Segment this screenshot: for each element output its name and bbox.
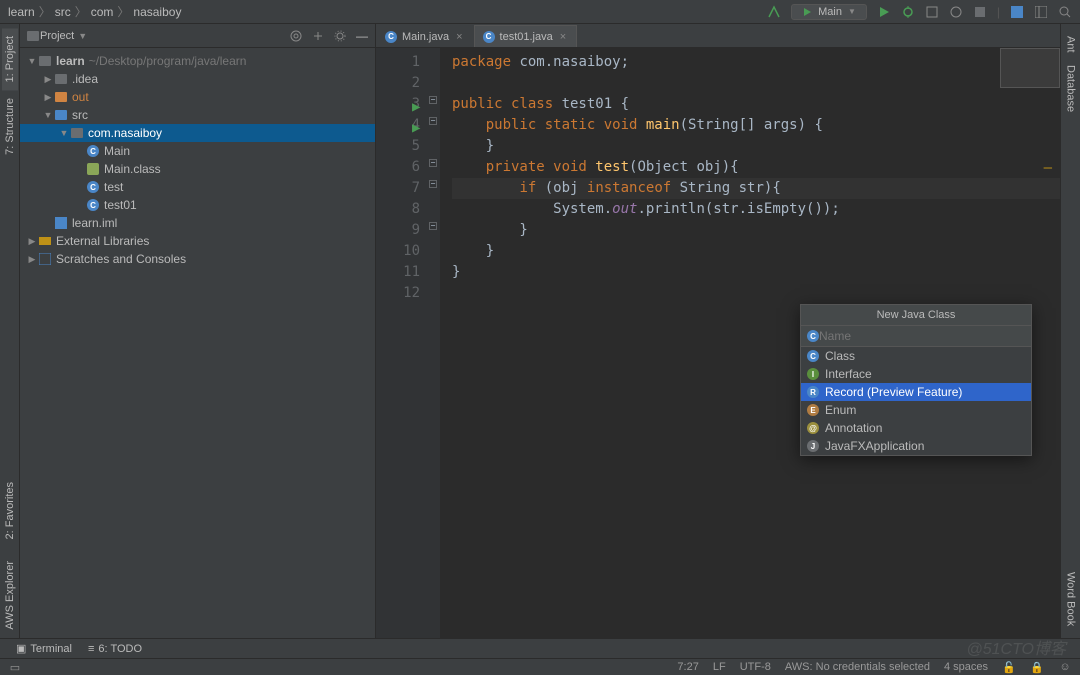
line-endings[interactable]: LF	[713, 661, 726, 673]
folder-icon	[26, 29, 40, 43]
fold-icon[interactable]: −	[429, 117, 437, 125]
run-config-selector[interactable]: Main ▼	[791, 4, 867, 20]
close-icon[interactable]: ×	[560, 31, 566, 43]
terminal-tab[interactable]: ▣Terminal	[8, 642, 80, 655]
coverage-icon[interactable]	[925, 5, 939, 19]
tree-main-class[interactable]: Main.class	[20, 160, 375, 178]
fold-strip[interactable]: − − − − −	[426, 48, 440, 638]
gear-icon[interactable]	[333, 29, 347, 43]
close-icon[interactable]: ×	[456, 31, 462, 43]
popup-title: New Java Class	[801, 305, 1031, 326]
tree-scratches[interactable]: ▶Scratches and Consoles	[20, 250, 375, 268]
tree-out[interactable]: ▶out	[20, 88, 375, 106]
breadcrumb[interactable]: learn〉 src〉 com〉 nasaiboy	[8, 3, 181, 20]
profiler-icon[interactable]	[949, 5, 963, 19]
side-tab-ant[interactable]: Ant	[1063, 30, 1079, 59]
side-tab-wordbook[interactable]: Word Book	[1063, 566, 1079, 632]
popup-item-class[interactable]: CClass	[801, 347, 1031, 365]
side-tab-structure[interactable]: 7: Structure	[2, 90, 18, 163]
minimap[interactable]	[1000, 48, 1060, 88]
build-icon[interactable]	[767, 5, 781, 19]
side-tab-aws[interactable]: AWS Explorer	[2, 553, 18, 638]
side-tab-project[interactable]: 1: Project	[2, 28, 18, 90]
inspection-icon[interactable]: ☺	[1058, 660, 1072, 674]
popup-item-annotation[interactable]: @Annotation	[801, 419, 1031, 437]
side-tab-favorites[interactable]: 2: Favorites	[2, 474, 18, 547]
search-icon[interactable]	[1058, 5, 1072, 19]
popup-item-interface[interactable]: IInterface	[801, 365, 1031, 383]
stop-icon[interactable]	[973, 5, 987, 19]
tab-main[interactable]: CMain.java×	[376, 25, 474, 47]
popup-item-enum[interactable]: EEnum	[801, 401, 1031, 419]
class-name-input[interactable]	[819, 329, 1025, 343]
debug-icon[interactable]	[901, 5, 915, 19]
tree-idea[interactable]: ▶.idea	[20, 70, 375, 88]
popup-item-record[interactable]: RRecord (Preview Feature)	[801, 383, 1031, 401]
crumb-pkg[interactable]: nasaiboy	[133, 5, 181, 19]
tree-ext-lib[interactable]: ▶External Libraries	[20, 232, 375, 250]
tree-test01[interactable]: Ctest01	[20, 196, 375, 214]
popup-item-javafx[interactable]: JJavaFXApplication	[801, 437, 1031, 455]
tab-test01[interactable]: Ctest01.java×	[474, 25, 578, 47]
lock-icon[interactable]: 🔒	[1030, 660, 1044, 674]
readonly-icon[interactable]: 🔓	[1002, 660, 1016, 674]
project-title: Project	[40, 30, 74, 42]
fold-icon[interactable]: −	[429, 159, 437, 167]
chevron-down-icon[interactable]: ▼	[78, 31, 87, 41]
crumb-src[interactable]: src	[55, 5, 71, 19]
indent[interactable]: 4 spaces	[944, 661, 988, 673]
tree-learn[interactable]: ▼learn~/Desktop/program/java/learn	[20, 52, 375, 70]
gutter[interactable]: 12 3▶ 4▶ 56789101112	[376, 48, 426, 638]
tree-src[interactable]: ▼src	[20, 106, 375, 124]
tree-test[interactable]: Ctest	[20, 178, 375, 196]
todo-icon: ≡	[88, 643, 94, 655]
crumb-com[interactable]: com	[91, 5, 114, 19]
cursor-position[interactable]: 7:27	[677, 661, 698, 673]
event-log-icon[interactable]: ▭	[8, 660, 22, 674]
expand-icon[interactable]	[311, 29, 325, 43]
crumb-learn[interactable]: learn	[8, 5, 35, 19]
todo-tab[interactable]: ≡6: TODO	[80, 643, 150, 655]
terminal-icon: ▣	[16, 642, 26, 655]
run-icon[interactable]	[877, 5, 891, 19]
fold-icon[interactable]: −	[429, 180, 437, 188]
tree-package[interactable]: ▼com.nasaiboy	[20, 124, 375, 142]
new-class-popup: New Java Class C CClass IInterface RReco…	[800, 304, 1032, 456]
target-icon[interactable]	[289, 29, 303, 43]
aws-status[interactable]: AWS: No credentials selected	[785, 661, 930, 673]
fold-icon[interactable]: −	[429, 222, 437, 230]
tree-iml[interactable]: learn.iml	[20, 214, 375, 232]
run-gutter-icon[interactable]: ▶	[412, 118, 420, 139]
hide-icon[interactable]: —	[355, 29, 369, 43]
encoding[interactable]: UTF-8	[740, 661, 771, 673]
warning-stripe-icon[interactable]: —	[1044, 158, 1052, 179]
layout-icon[interactable]	[1034, 5, 1048, 19]
fold-icon[interactable]: −	[429, 96, 437, 104]
project-tree[interactable]: ▼learn~/Desktop/program/java/learn ▶.ide…	[20, 48, 375, 638]
git-icon[interactable]	[1010, 5, 1024, 19]
tree-main[interactable]: CMain	[20, 142, 375, 160]
side-tab-database[interactable]: Database	[1063, 59, 1079, 118]
class-icon: C	[807, 330, 819, 342]
